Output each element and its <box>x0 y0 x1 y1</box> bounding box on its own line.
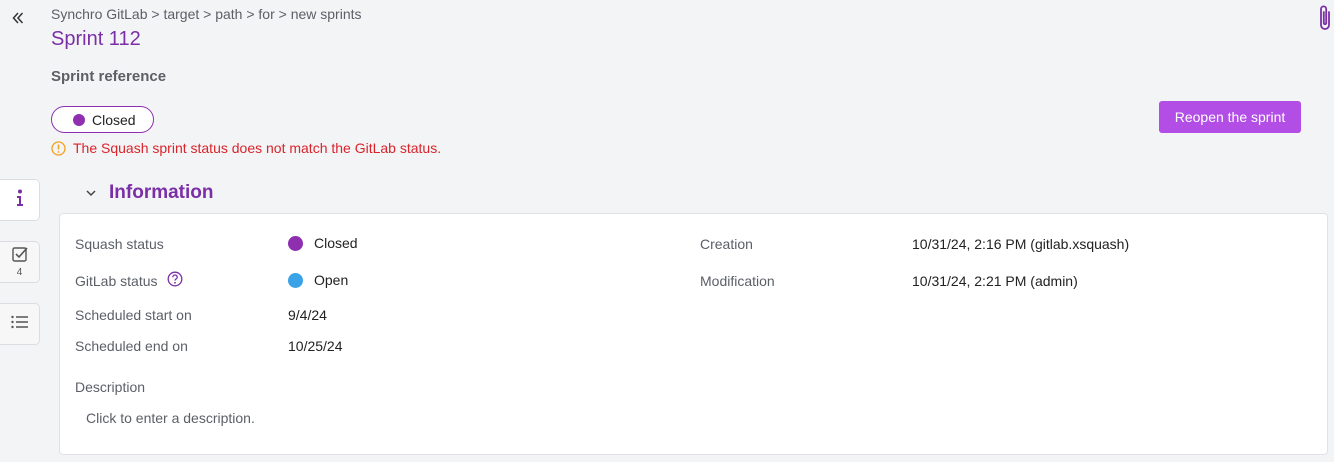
tab-information[interactable] <box>0 179 40 221</box>
checkbox-icon <box>11 246 28 267</box>
collapse-sidebar-icon[interactable] <box>8 8 28 28</box>
squash-status-dot <box>288 235 303 251</box>
help-icon[interactable] <box>167 271 183 287</box>
sprint-status-pill[interactable]: Closed <box>51 106 154 133</box>
end-date-value[interactable]: 10/25/24 <box>288 338 343 354</box>
issue-count: 4 <box>16 267 23 278</box>
information-panel: Squash status Closed GitLab status Open … <box>59 213 1328 455</box>
squash-status-label: Squash status <box>75 236 164 252</box>
list-icon <box>10 315 29 334</box>
breadcrumb: Synchro GitLab > target > path > for > n… <box>51 6 362 22</box>
gitlab-status-dot <box>288 272 303 288</box>
page-subtitle: Sprint reference <box>51 68 167 85</box>
end-date-label: Scheduled end on <box>75 338 188 354</box>
modification-value: 10/31/24, 2:21 PM (admin) <box>912 273 1078 289</box>
status-mismatch-warning: The Squash sprint status does not match … <box>51 140 441 156</box>
gitlab-status-label: GitLab status <box>75 273 158 289</box>
squash-status-text: Closed <box>314 235 358 251</box>
page-title: Sprint 112 <box>51 28 141 50</box>
gitlab-status-value: Open <box>288 272 348 288</box>
status-label: Closed <box>92 111 136 128</box>
description-label: Description <box>75 379 146 395</box>
warning-icon <box>51 140 66 156</box>
reopen-sprint-button[interactable]: Reopen the sprint <box>1159 101 1301 133</box>
section-title: Information <box>109 182 214 203</box>
creation-value: 10/31/24, 2:16 PM (gitlab.xsquash) <box>912 236 1130 252</box>
gitlab-status-text: Open <box>314 272 349 288</box>
status-dot <box>73 113 85 126</box>
paperclip-icon[interactable] <box>1316 3 1334 33</box>
start-date-label: Scheduled start on <box>75 307 192 323</box>
information-section-header[interactable]: Information <box>85 182 214 204</box>
warning-text: The Squash sprint status does not match … <box>73 140 442 156</box>
side-tabs: 4 <box>0 179 40 365</box>
modification-label: Modification <box>700 273 775 289</box>
description-field[interactable]: Click to enter a description. <box>86 410 255 426</box>
info-icon <box>15 189 25 212</box>
chevron-down-icon <box>85 187 97 199</box>
squash-status-value[interactable]: Closed <box>288 235 358 251</box>
tab-issues[interactable]: 4 <box>0 241 40 283</box>
start-date-value[interactable]: 9/4/24 <box>288 307 327 323</box>
tab-list[interactable] <box>0 303 40 345</box>
creation-label: Creation <box>700 236 753 252</box>
